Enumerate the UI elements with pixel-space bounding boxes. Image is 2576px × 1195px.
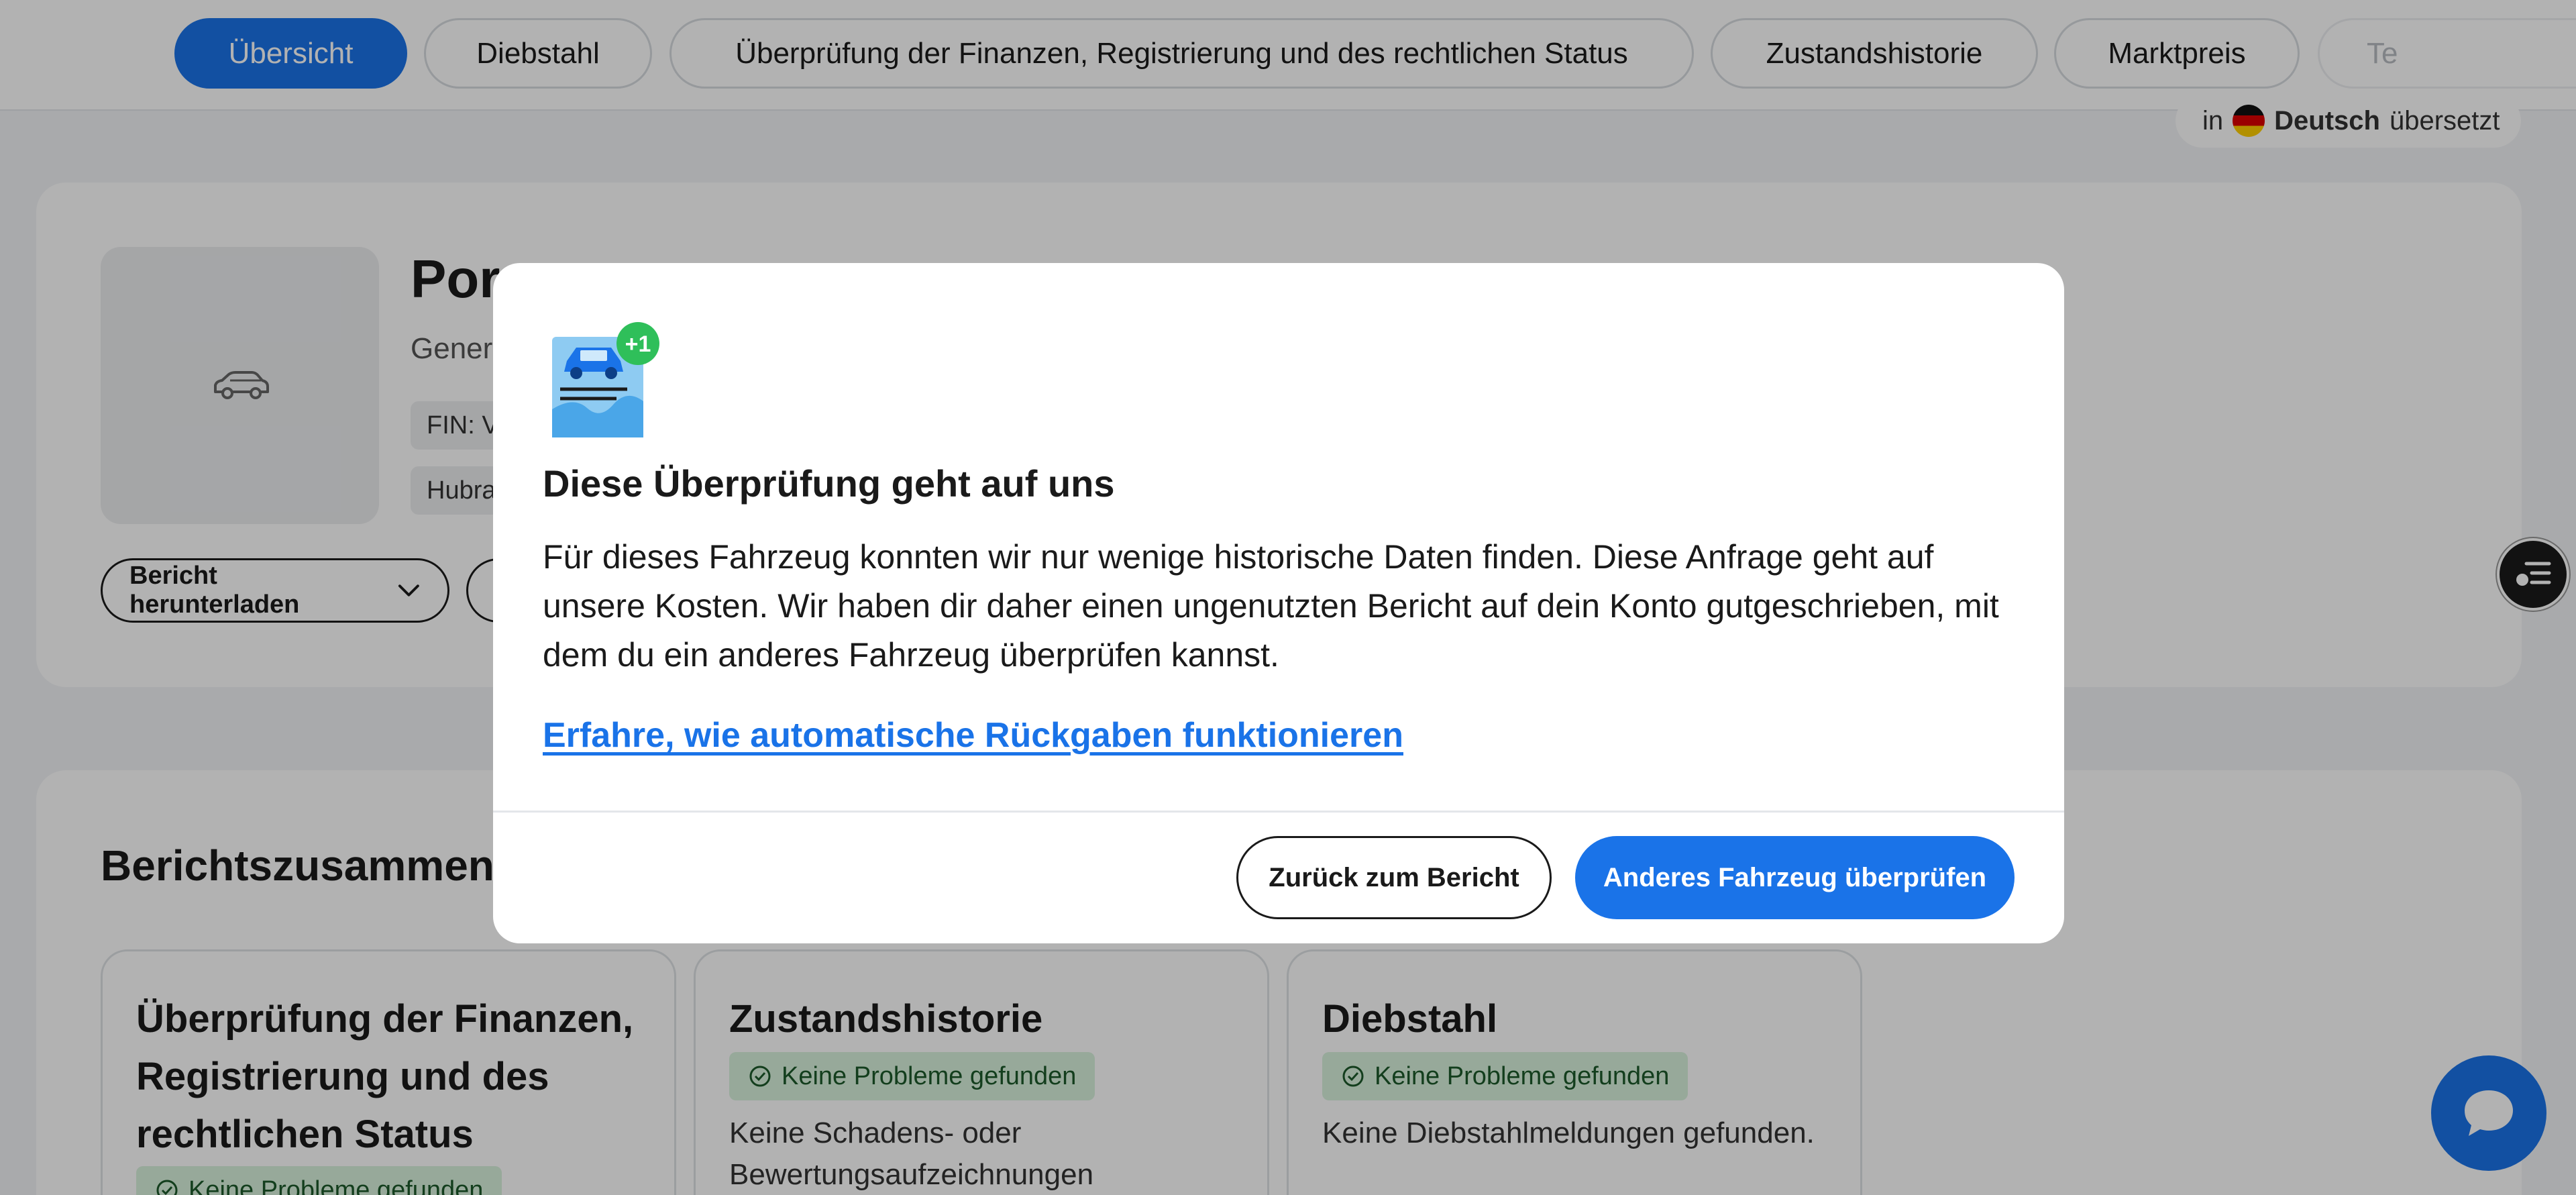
report-credit-icon: +1 (552, 322, 659, 437)
dialog-body: Für dieses Fahrzeug konnten wir nur weni… (543, 538, 1999, 674)
dialog-divider (493, 811, 2064, 813)
learn-refunds-link[interactable]: Erfahre, wie automatische Rückgaben funk… (543, 715, 1403, 756)
refund-dialog: +1 Diese Überprüfung geht auf uns Für di… (493, 263, 2064, 943)
check-other-vehicle-button[interactable]: Anderes Fahrzeug überprüfen (1575, 836, 2015, 919)
dialog-title: Diese Überprüfung geht auf uns (543, 462, 1115, 505)
back-to-report-button[interactable]: Zurück zum Bericht (1236, 836, 1552, 919)
plus-one-badge: +1 (625, 331, 651, 357)
